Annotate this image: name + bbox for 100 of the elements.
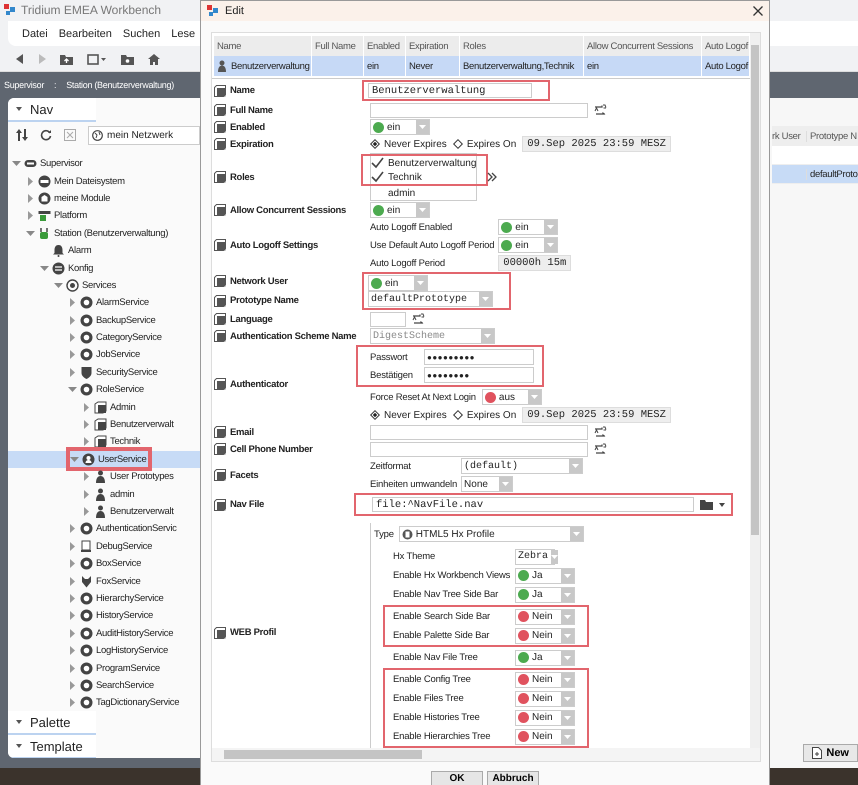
- folder-icon[interactable]: [700, 499, 713, 510]
- double-chevron-icon[interactable]: [487, 172, 497, 182]
- collapsed-arrow-icon[interactable]: [68, 594, 77, 603]
- text-field[interactable]: [370, 442, 588, 456]
- collapsed-arrow-icon[interactable]: [68, 559, 77, 568]
- collapsed-arrow-icon[interactable]: [68, 542, 77, 551]
- menu-item[interactable]: Suchen: [122, 28, 160, 40]
- panel-tab[interactable]: Palette: [8, 711, 96, 735]
- radio-option[interactable]: Never Expires: [370, 410, 447, 420]
- collapsed-arrow-icon[interactable]: [68, 646, 77, 656]
- radio-option[interactable]: Expires On: [452, 410, 516, 420]
- tree-item[interactable]: Konfig: [8, 259, 200, 277]
- text-edit-icon[interactable]: [594, 104, 607, 116]
- toggle-dropdown[interactable]: Nein: [515, 728, 575, 744]
- column-header[interactable]: Prototype N: [806, 130, 858, 142]
- back-icon[interactable]: [16, 54, 24, 64]
- dropdown[interactable]: defaultPrototype: [368, 291, 493, 307]
- tree-item[interactable]: JobService: [8, 346, 200, 364]
- tree-item[interactable]: SecurityService: [8, 364, 200, 382]
- tree-item[interactable]: admin: [8, 485, 200, 503]
- scrollbar[interactable]: [212, 748, 760, 761]
- toggle-dropdown[interactable]: Nein: [515, 628, 575, 644]
- tree-item[interactable]: HistoryService: [8, 607, 200, 625]
- expanded-arrow-icon[interactable]: [68, 385, 77, 394]
- tree-item[interactable]: Alarm: [8, 242, 200, 260]
- panel-tab[interactable]: Template: [8, 735, 96, 758]
- menu-item[interactable]: Bearbeiten: [58, 28, 112, 40]
- folder-up-icon[interactable]: [60, 54, 73, 64]
- collapsed-arrow-icon[interactable]: [82, 437, 91, 446]
- role-item[interactable]: Benutzerverwaltung: [371, 156, 486, 170]
- tree-item[interactable]: Admin: [8, 398, 200, 416]
- toggle-dropdown[interactable]: ein: [498, 237, 558, 253]
- file-field[interactable]: file:^NavFile.nav: [372, 497, 694, 512]
- tree-item[interactable]: RoleService: [8, 381, 200, 398]
- text-edit-icon[interactable]: [594, 442, 607, 456]
- tree-item[interactable]: meine Module: [8, 190, 200, 208]
- text-field[interactable]: [370, 424, 588, 440]
- window-dropdown-icon[interactable]: [87, 54, 107, 64]
- tree-item[interactable]: Technik: [8, 433, 200, 451]
- tree-item[interactable]: Mein Dateisystem: [8, 172, 200, 190]
- tree-item[interactable]: FoxService: [8, 572, 200, 590]
- table-row[interactable]: Benutzerverwaltung ein Never Benutzerverwaltung,Technik ein Auto Logof: [214, 56, 750, 76]
- expanded-arrow-icon[interactable]: [54, 280, 63, 290]
- tree-item[interactable]: DebugService: [8, 538, 200, 555]
- path-segment[interactable]: Station (Benutzerverwaltung): [66, 80, 174, 90]
- expanded-arrow-icon[interactable]: [40, 264, 49, 273]
- path-segment[interactable]: :: [54, 80, 56, 90]
- tree-item[interactable]: Station (Benutzerverwaltung): [8, 224, 200, 242]
- toggle-dropdown[interactable]: aus: [482, 389, 542, 405]
- collapsed-arrow-icon[interactable]: [68, 611, 77, 620]
- toggle-dropdown[interactable]: ein: [498, 219, 558, 235]
- dropdown[interactable]: HTML5 Hx Profile: [398, 526, 584, 542]
- tree-item[interactable]: TagDictionaryService: [8, 694, 200, 710]
- tree-item[interactable]: AlarmService: [8, 294, 200, 312]
- sort-arrows-icon[interactable]: [16, 129, 28, 141]
- tree-item[interactable]: AuditHistoryService: [8, 624, 200, 642]
- expanded-arrow-icon[interactable]: [12, 159, 21, 168]
- duration-field[interactable]: 00000h 15m: [498, 255, 572, 271]
- collapsed-arrow-icon[interactable]: [82, 490, 91, 499]
- text-edit-icon[interactable]: [412, 312, 425, 326]
- panel-tab[interactable]: Nav: [8, 98, 96, 122]
- toggle-dropdown[interactable]: ein: [368, 275, 428, 291]
- tree-item[interactable]: ProgramService: [8, 659, 200, 677]
- text-field[interactable]: [370, 102, 588, 118]
- refresh-icon[interactable]: [40, 129, 52, 141]
- collapsed-arrow-icon[interactable]: [82, 402, 91, 412]
- tree-item[interactable]: AuthenticationServic: [8, 520, 200, 538]
- scrollbar[interactable]: [750, 33, 760, 748]
- toggle-dropdown[interactable]: ein: [370, 202, 430, 218]
- text-edit-icon[interactable]: [594, 426, 607, 438]
- dialog-button[interactable]: Abbruch: [487, 771, 539, 785]
- collapsed-arrow-icon[interactable]: [68, 576, 77, 586]
- collapsed-arrow-icon[interactable]: [68, 664, 77, 673]
- collapsed-arrow-icon[interactable]: [68, 350, 77, 360]
- radio-option[interactable]: Never Expires: [370, 138, 447, 150]
- tree-item[interactable]: Services: [8, 276, 200, 294]
- toggle-dropdown[interactable]: Ja: [515, 586, 575, 602]
- tree-item[interactable]: Benutzerverwalt: [8, 502, 200, 520]
- collapsed-arrow-icon[interactable]: [68, 524, 77, 534]
- text-field[interactable]: [370, 312, 406, 326]
- collapsed-arrow-icon[interactable]: [68, 680, 77, 690]
- toggle-dropdown[interactable]: Nein: [515, 672, 575, 688]
- collapsed-arrow-icon[interactable]: [26, 194, 35, 203]
- date-field[interactable]: 09.Sep 2025 23:59 MESZ: [522, 136, 671, 152]
- table-row[interactable]: defaultProto: [772, 165, 858, 184]
- collapsed-arrow-icon[interactable]: [68, 368, 77, 377]
- collapsed-arrow-icon[interactable]: [82, 420, 91, 430]
- collapsed-arrow-icon[interactable]: [68, 298, 77, 308]
- collapsed-arrow-icon[interactable]: [68, 698, 77, 708]
- expanded-arrow-icon[interactable]: [70, 454, 79, 464]
- date-field[interactable]: 09.Sep 2025 23:59 MESZ: [522, 407, 671, 423]
- toggle-dropdown[interactable]: Ja: [515, 650, 575, 666]
- close-box-icon[interactable]: [64, 129, 76, 141]
- menu-item[interactable]: Lese: [171, 28, 196, 40]
- collapsed-arrow-icon[interactable]: [82, 472, 91, 482]
- toggle-dropdown[interactable]: Nein: [515, 608, 575, 624]
- password-field[interactable]: ●●●●●●●●: [424, 367, 534, 383]
- expanded-arrow-icon[interactable]: [26, 228, 35, 238]
- folder-icon[interactable]: [121, 54, 134, 64]
- role-item[interactable]: Technik: [371, 170, 486, 184]
